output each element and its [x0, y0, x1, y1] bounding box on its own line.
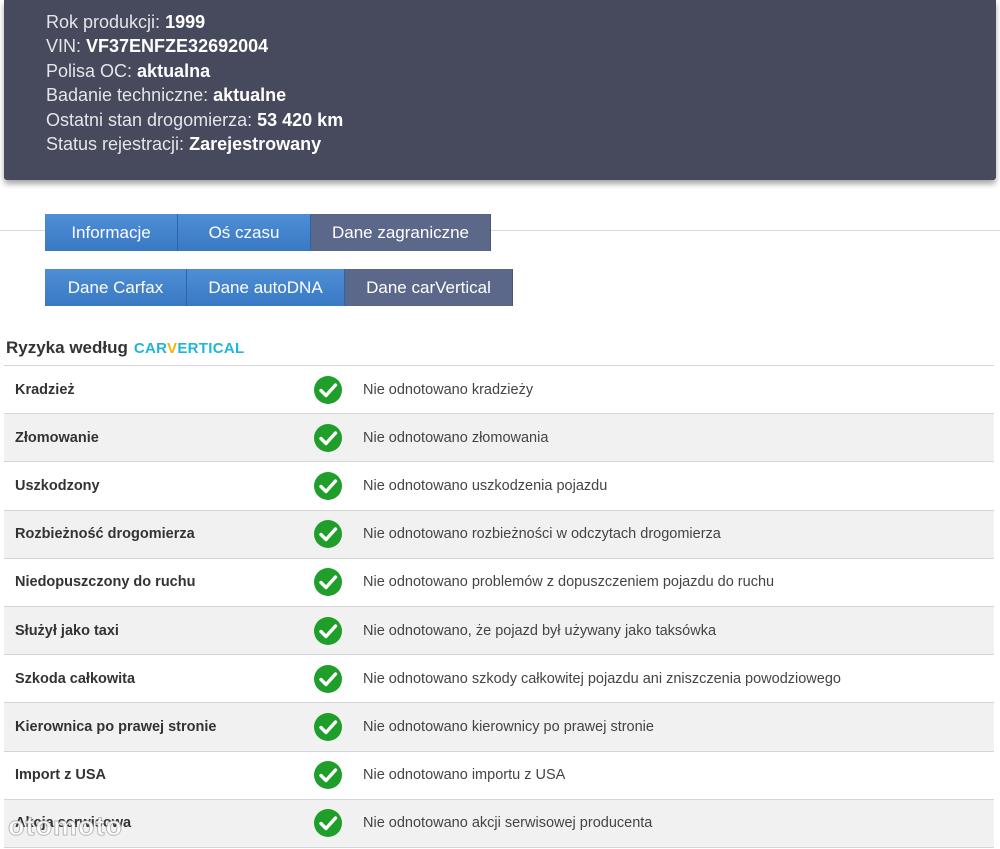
risk-name: Kradzież: [15, 381, 75, 398]
history-tabs: Informacje Oś czasu Dane zagraniczne: [45, 214, 491, 251]
risk-row: Rozbieżność drogomierza Nie odnotowano ro…: [4, 510, 994, 559]
risk-name: Złomowanie: [15, 429, 99, 446]
risk-name: Szkoda całkowita: [15, 670, 136, 687]
info-production-year: Rok produkcji: 1999: [46, 12, 206, 32]
check-circle-icon: [300, 712, 356, 742]
risk-description: Nie odnotowano problemów z dopuszczeniem…: [363, 574, 775, 591]
check-circle-icon: [300, 616, 356, 646]
risk-name: Rozbieżność drogomierza: [15, 526, 195, 543]
info-insurance: Polisa OC: aktualna: [46, 60, 211, 81]
check-circle-icon: [300, 567, 356, 597]
risks-section-title: Ryzyka według CARVERTICAL: [6, 338, 245, 357]
foreign-data-tabs: Dane Carfax Dane autoDNA Dane carVertica…: [45, 269, 513, 306]
risk-name: Niedopuszczony do ruchu: [15, 574, 196, 591]
risk-description: Nie odnotowano importu z USA: [363, 767, 566, 784]
risk-name: Służył jako taxi: [15, 622, 119, 639]
risk-name: Uszkodzony: [15, 477, 100, 494]
risk-row: Import z USA Nie odnotowano importu z USA: [4, 752, 994, 800]
info-registration-status: Status rejestracji: Zarejestrowany: [46, 134, 322, 155]
risk-description: Nie odnotowano uszkodzenia pojazdu: [363, 477, 608, 494]
risk-row: Służył jako taxi Nie odnotowano, że pojaz…: [4, 606, 994, 656]
risk-description: Nie odnotowano, że pojazd był używany ja…: [363, 622, 717, 639]
check-circle-icon: [300, 423, 356, 453]
carvertical-logo: CARVERTICAL: [133, 340, 245, 357]
risk-row: Niedopuszczony do ruchu Nie odnotowano pr…: [4, 559, 994, 607]
risk-name: Akcja serwisowa: [15, 815, 132, 832]
risk-row: Szkoda całkowita Nie odnotowano szkody ca…: [4, 655, 994, 704]
tab-dane-carvertical[interactable]: Dane carVertical: [345, 269, 513, 306]
risk-name: Import z USA: [15, 767, 107, 784]
risk-row: Złomowanie Nie odnotowano złomowania: [4, 414, 994, 463]
tab-os-czasu[interactable]: Oś czasu: [178, 214, 311, 251]
tab-dane-carfax[interactable]: Dane Carfax: [45, 269, 187, 306]
check-circle-icon: [300, 471, 356, 501]
risk-description: Nie odnotowano kierownicy po prawej stro…: [363, 718, 654, 735]
info-odometer: Ostatni stan drogomierza: 53 420 km: [46, 109, 344, 130]
check-circle-icon: [300, 808, 356, 838]
check-circle-icon: [300, 664, 356, 694]
tab-informacje[interactable]: Informacje: [45, 214, 178, 251]
info-vin: VIN: VF37ENFZE32692004: [46, 36, 269, 57]
risk-table: Kradzież Nie odnotowano kradzieży Złomowan…: [4, 365, 994, 848]
risk-row: Kierownica po prawej stronie Nie odnotowa…: [4, 703, 994, 752]
risk-description: Nie odnotowano szkody całkowitej pojazdu…: [363, 670, 841, 687]
check-circle-icon: [300, 375, 356, 405]
vehicle-info-list: Rok produkcji: 1999 VIN: VF37ENFZE326920…: [46, 10, 343, 156]
tab-dane-autodna[interactable]: Dane autoDNA: [187, 269, 345, 306]
info-inspection: Badanie techniczne: aktualne: [46, 85, 287, 106]
vehicle-summary-card: Rok produkcji: 1999 VIN: VF37ENFZE326920…: [4, 0, 996, 180]
risk-description: Nie odnotowano akcji serwisowej producen…: [363, 815, 653, 832]
risk-row: Kradzież Nie odnotowano kradzieży: [4, 366, 994, 415]
risk-description: Nie odnotowano złomowania: [363, 429, 549, 446]
risk-name: Kierownica po prawej stronie: [15, 718, 217, 735]
check-circle-icon: [300, 519, 356, 549]
tab-dane-zagraniczne[interactable]: Dane zagraniczne: [311, 214, 491, 251]
check-circle-icon: [300, 760, 356, 790]
risk-description: Nie odnotowano kradzieży: [363, 381, 534, 398]
risk-description: Nie odnotowano rozbieżności w odczytach …: [363, 526, 721, 543]
risk-row: Akcja serwisowa Nie odnotowano akcji serw…: [4, 799, 994, 848]
risk-row: Uszkodzony Nie odnotowano uszkodzenia poj…: [4, 462, 994, 511]
